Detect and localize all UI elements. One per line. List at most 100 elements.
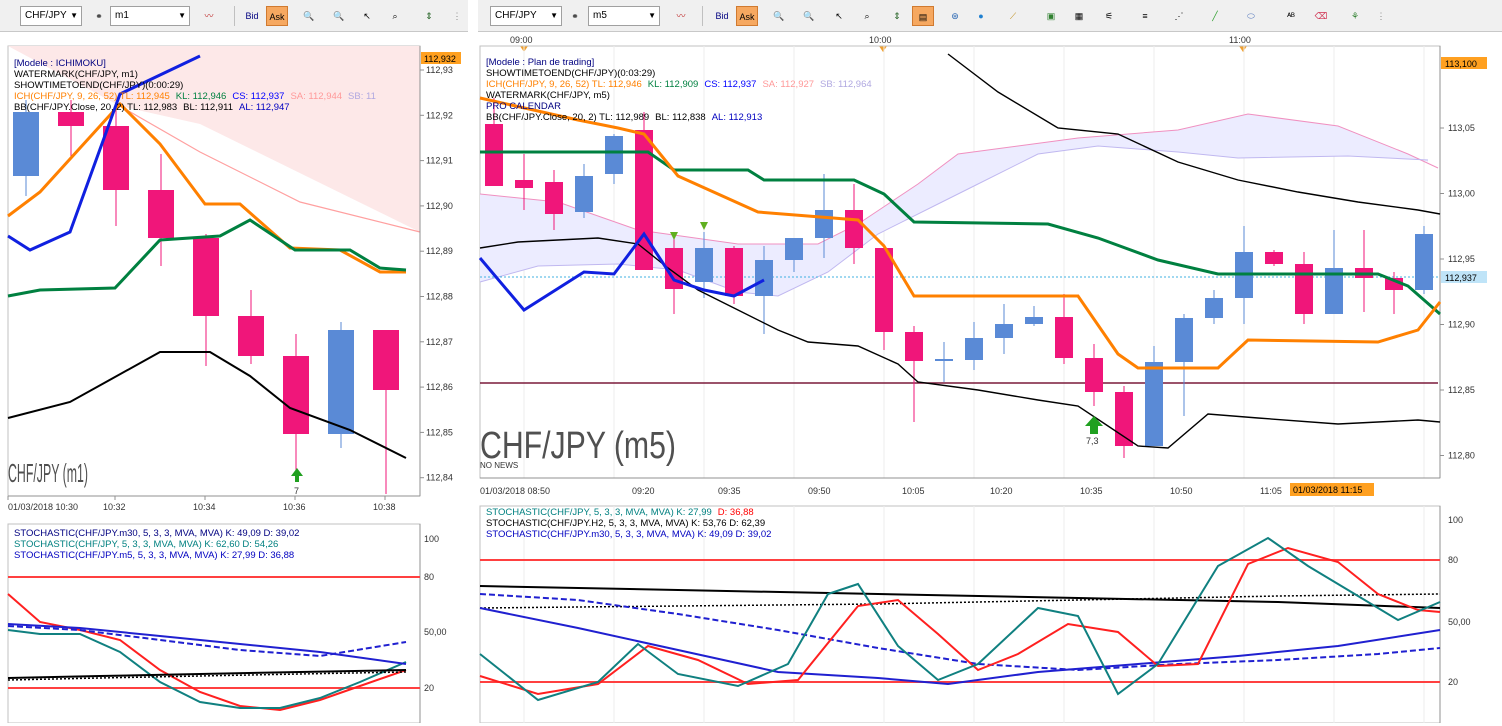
up-arrow-label: 7,3 [1086,436,1099,446]
zoom-area-icon[interactable]: ⌕ [384,6,406,26]
chevron-down-icon: ▼ [178,11,186,20]
globe-icon[interactable]: ● [970,6,992,26]
left-legend-text: SB: 11 [348,91,376,102]
level-label: 50,00 [424,627,447,637]
left-stoch-legend-row: STOCHASTIC(CHF/JPY.m30, 5, 3, 3, MVA, MV… [14,528,305,539]
right-legend-text: ICH(CHF/JPY, 9, 26, 52) TL: 112,946 [486,79,642,90]
fibonacci-icon[interactable]: ⚟ [1098,6,1120,26]
level-label: 100 [1448,515,1463,525]
candle-body [875,248,893,332]
eraser-icon[interactable]: ⌫ [1310,6,1332,26]
ellipse-icon[interactable]: ⬭ [1240,6,1262,26]
candle-body [695,248,713,282]
zoom-out-icon[interactable]: 🔍 [328,6,350,26]
ask-button[interactable]: Ask [266,6,288,26]
left-stoch-legend-row: STOCHASTIC(CHF/JPY, 5, 3, 3, MVA, MVA) K… [14,539,305,550]
time-axis-label: 01/03/2018 08:50 [480,486,550,496]
left-stoch-legend-text: STOCHASTIC(CHF/JPY.m5, 5, 3, 3, MVA, MVA… [14,550,295,561]
window-icon[interactable]: ▦ [1068,6,1090,26]
chart-type-icon[interactable]: 〰 [670,6,692,26]
image-icon[interactable]: ▣ [1040,6,1062,26]
left-legend-text: BL: 112,911 [183,102,234,113]
left-toolbar: CHF/JPY ▼ ⚭ m1 ▼ 〰 Bid Ask 🔍 🔍 ↖ ⌕ ⇕ ⋮ [0,0,468,32]
zoom-in-icon[interactable]: 🔍 [768,6,790,26]
zoom-out-icon[interactable]: 🔍 [798,6,820,26]
timeframe-select[interactable]: m5 ▼ [588,6,660,26]
trendline-icon[interactable]: ╱ [1204,6,1226,26]
level-label: 80 [1448,555,1458,565]
candle-body [755,260,773,296]
price-axis-label: 112,86 [426,382,453,392]
right-chart-legend: [Modele : Plan de trading] SHOWTIMETOEND(… [486,57,878,123]
candle-body [965,338,983,360]
satellite-icon[interactable]: ⊛ [944,6,966,26]
left-stochastic-panel[interactable]: 100 80 50,00 20 STOCHASTIC(CHF/JPY.m30, 5, … [0,522,468,724]
candle-body [1085,358,1103,392]
candle-body [815,210,833,238]
right-legend-row: [Modele : Plan de trading] [486,57,878,68]
zoom-area-icon[interactable]: ⌕ [856,6,878,26]
fit-icon[interactable]: ⇕ [418,6,440,26]
tree-icon[interactable]: ⚘ [1344,6,1366,26]
price-axis-label: 112,90 [426,201,453,211]
time-axis-label: 09:50 [808,486,831,496]
candle-body [283,356,309,434]
fit-icon[interactable]: ⇕ [886,6,908,26]
toolbar-overflow-icon[interactable]: ⋮ [446,6,468,26]
price-axis-label: 112,84 [426,473,453,483]
chart-type-icon[interactable]: 〰 [198,6,220,26]
level-label: 20 [424,683,434,693]
symbol-select[interactable]: CHF/JPY ▼ [490,6,562,26]
time-axis-label: 10:20 [990,486,1013,496]
candle-body [515,180,533,188]
ruler-icon[interactable]: ⟋ [1002,6,1024,26]
price-axis-label: 112,85 [1448,385,1475,395]
right-price-chart[interactable]: 09:00 10:00 11:00 113,05 113,00 112,95 112,90 1… [478,34,1502,498]
price-axis-label: 112,93 [426,65,453,75]
bid-button[interactable]: Bid [711,6,733,26]
right-stoch-legend-text: STOCHASTIC(CHF/JPY.H2, 5, 3, 3, MVA, MVA… [486,518,766,529]
cursor-icon[interactable]: ↖ [356,6,378,26]
candle-body [148,190,174,238]
left-legend-text: SA: 112,944 [290,91,343,102]
zoom-in-icon[interactable]: 🔍 [298,6,320,26]
right-legend-text: SA: 112,927 [762,79,815,90]
top-time-label: 09:00 [510,35,533,45]
right-stoch-legend-text: D: 36,88 [717,507,754,518]
price-axis-label: 112,90 [1448,320,1475,330]
left-legend-row: [Modele : ICHIMOKU] [14,58,382,69]
text-icon[interactable]: ᴬᴮ [1280,6,1302,26]
symbol-select-value: CHF/JPY [495,10,537,21]
toolbar-separator [702,6,703,26]
time-axis-label: 01/03/2018 10:30 [8,502,78,512]
candle-body [995,324,1013,338]
level-label: 20 [1448,677,1458,687]
link-icon[interactable]: ⚭ [88,6,110,26]
level-label: 100 [424,534,439,544]
timeframe-select-value: m1 [115,10,129,21]
left-legend-row: SHOWTIMETOEND(CHF/JPY)(0:00:29) [14,80,382,91]
left-price-chart[interactable]: 112,93 112,92 112,91 112,90 112,89 112,88 112,… [0,34,468,516]
time-axis-label: 10:35 [1080,486,1103,496]
candle-body [13,112,39,176]
notes-icon[interactable]: ▤ [912,6,934,26]
left-legend-row: BB(CHF/JPY.Close, 20, 2) TL: 112,983 BL: … [14,102,382,113]
current-price-tag-text: 112,932 [424,54,456,64]
level-label: 50,00 [1448,617,1471,627]
left-stochastic-legend: STOCHASTIC(CHF/JPY.m30, 5, 3, 3, MVA, MV… [14,528,305,561]
top-price-tag-text: 113,100 [1445,59,1477,69]
cursor-icon[interactable]: ↖ [828,6,850,26]
horizontal-lines-icon[interactable]: ≡ [1134,6,1156,26]
symbol-select[interactable]: CHF/JPY ▼ [20,6,82,26]
bid-button[interactable]: Bid [241,6,263,26]
fan-icon[interactable]: ⋰ [1168,6,1190,26]
left-legend-row: WATERMARK(CHF/JPY, m1) [14,69,382,80]
left-legend-text: ICH(CHF/JPY, 9, 26, 52) TL: 112,945 [14,91,170,102]
candle-body [193,238,219,316]
price-axis-label: 113,05 [1448,123,1475,133]
ask-button[interactable]: Ask [736,6,758,26]
right-stochastic-panel[interactable]: 100 80 50,00 20 STOCHASTIC(CHF/JPY, 5, 3, 3… [478,504,1502,724]
toolbar-overflow-icon[interactable]: ⋮ [1370,6,1392,26]
timeframe-select[interactable]: m1 ▼ [110,6,190,26]
link-icon[interactable]: ⚭ [564,6,586,26]
